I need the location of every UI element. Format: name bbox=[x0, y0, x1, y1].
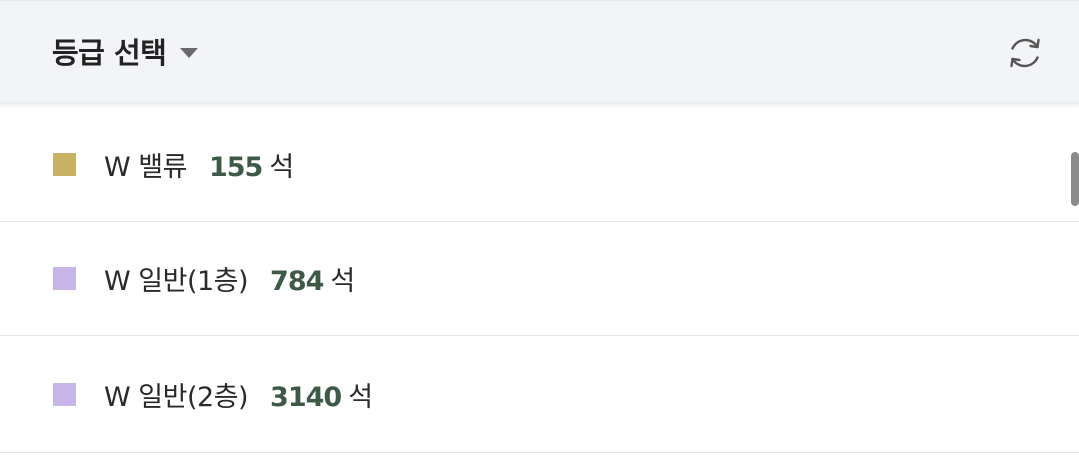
grade-select-header: 등급 선택 bbox=[0, 0, 1079, 102]
grade-color-swatch bbox=[53, 153, 76, 176]
grade-label: W 일반(2층) bbox=[104, 381, 249, 413]
grade-list: W 밸류 155 석 W 일반(1층) 784 석 W 일반(2층) 3140 … bbox=[0, 108, 1079, 453]
seat-count: 3140 bbox=[270, 381, 342, 413]
seat-unit: 석 bbox=[269, 152, 294, 183]
grade-color-swatch bbox=[53, 382, 76, 406]
grade-row[interactable]: W 일반(2층) 3140 석 bbox=[0, 336, 1079, 453]
grade-label: W 일반(1층) bbox=[104, 266, 249, 297]
seat-count: 155 bbox=[208, 152, 263, 183]
chevron-down-icon bbox=[180, 48, 199, 58]
seat-unit: 석 bbox=[330, 266, 355, 297]
grade-row[interactable]: W 밸류 155 석 bbox=[0, 108, 1079, 222]
refresh-icon[interactable] bbox=[1004, 32, 1046, 74]
grade-select-dropdown[interactable]: 등급 선택 bbox=[52, 31, 199, 71]
grade-color-swatch bbox=[53, 267, 76, 290]
seat-count: 784 bbox=[270, 266, 324, 297]
seat-unit: 석 bbox=[348, 381, 373, 413]
scrollbar-thumb[interactable] bbox=[1071, 152, 1079, 206]
grade-select-title: 등급 선택 bbox=[52, 36, 167, 70]
grade-row[interactable]: W 일반(1층) 784 석 bbox=[0, 222, 1079, 336]
grade-label: W 밸류 bbox=[104, 152, 187, 183]
